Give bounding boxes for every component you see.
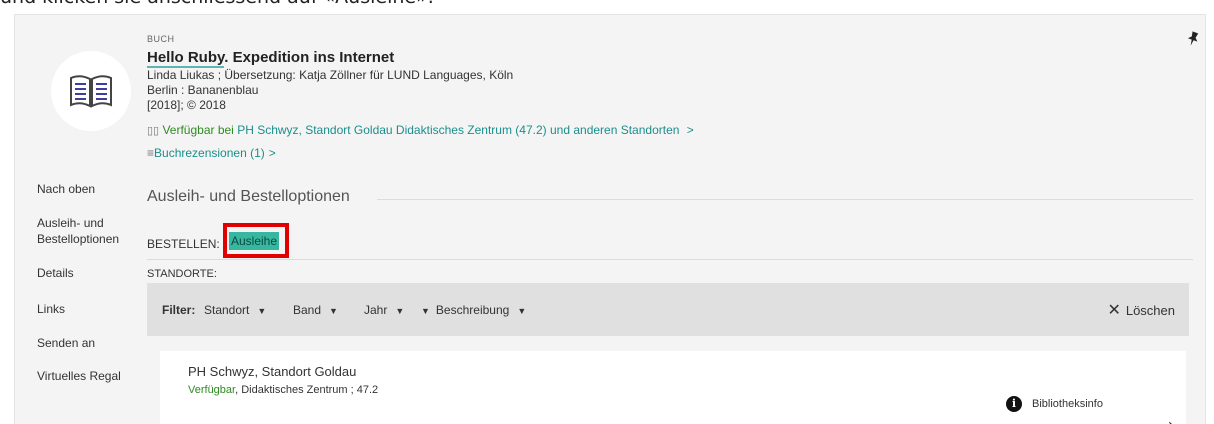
instruction-caption: und klicken sie anschliessend auf «Ausle… bbox=[0, 0, 1214, 8]
order-divider bbox=[147, 259, 1193, 260]
nav-senden-an[interactable]: Senden an bbox=[37, 335, 95, 351]
location-status: Verfügbar, Didaktisches Zentrum ; 47.2 bbox=[188, 384, 379, 396]
record-title[interactable]: Hello Ruby. Expedition ins Internet bbox=[147, 49, 694, 68]
filter-jahr[interactable]: Jahr ▼ bbox=[364, 303, 404, 317]
list-icon: ≡ bbox=[147, 146, 155, 160]
pin-icon[interactable] bbox=[1183, 31, 1203, 51]
location-name: PH Schwyz, Standort Goldau bbox=[188, 364, 357, 379]
chevron-right-icon[interactable]: > bbox=[687, 123, 694, 137]
chevron-right-icon[interactable]: > bbox=[269, 146, 276, 160]
info-icon: i bbox=[1006, 396, 1022, 412]
availability-line[interactable]: ▯▯ Verfügbar bei PH Schwyz, Standort Gol… bbox=[147, 123, 694, 139]
close-icon: ✕ bbox=[1107, 302, 1121, 319]
library-info-link[interactable]: i Bibliotheksinfo bbox=[1006, 396, 1103, 412]
record-details: BUCH Hello Ruby. Expedition ins Internet… bbox=[147, 32, 694, 161]
order-label: BESTELLEN: bbox=[147, 237, 220, 251]
book-icon bbox=[51, 51, 131, 131]
caret-down-icon: ▼ bbox=[517, 306, 527, 316]
availability-book-icon: ▯▯ bbox=[147, 125, 160, 137]
location-card[interactable]: PH Schwyz, Standort Goldau Verfügbar, Di… bbox=[160, 351, 1186, 424]
caret-down-icon: ▼ bbox=[421, 306, 430, 316]
nav-bestelloptionen[interactable]: Bestelloptionen bbox=[37, 231, 119, 247]
filter-label: Filter: bbox=[162, 303, 196, 317]
record-panel: BUCH Hello Ruby. Expedition ins Internet… bbox=[14, 14, 1206, 424]
record-publisher: Berlin : Bananenblau bbox=[147, 83, 259, 97]
filter-standort[interactable]: Standort ▼ bbox=[204, 303, 266, 317]
caret-down-icon: ▼ bbox=[257, 306, 267, 316]
nav-virtuelles-regal[interactable]: Virtuelles Regal bbox=[37, 368, 121, 384]
availability-status: Verfügbar bei bbox=[162, 123, 234, 137]
record-date: [2018]; © 2018 bbox=[147, 98, 226, 112]
filter-band[interactable]: Band ▼ bbox=[293, 303, 338, 317]
caret-down-icon: ▼ bbox=[395, 306, 405, 316]
record-title-main[interactable]: Hello Ruby bbox=[147, 49, 225, 68]
nav-links[interactable]: Links bbox=[37, 301, 65, 317]
reviews-link[interactable]: ≡Buchrezensionen (1) > bbox=[147, 146, 694, 161]
record-authors: Linda Liukas ; Übersetzung: Katja Zöllne… bbox=[147, 68, 514, 82]
availability-location[interactable]: PH Schwyz, Standort Goldau Didaktisches … bbox=[237, 123, 679, 137]
reviews-label[interactable]: Buchrezensionen (1) bbox=[154, 146, 265, 160]
chevron-right-icon[interactable]: › bbox=[1168, 417, 1174, 424]
record-type: BUCH bbox=[147, 34, 175, 44]
filter-beschreibung[interactable]: ▼ Beschreibung ▼ bbox=[421, 303, 526, 317]
ausleihe-button[interactable]: Ausleihe bbox=[229, 232, 280, 250]
nav-nach-oben[interactable]: Nach oben bbox=[37, 181, 95, 197]
nav-details[interactable]: Details bbox=[37, 265, 74, 281]
clear-filter-button[interactable]: ✕ Löschen bbox=[1107, 300, 1175, 320]
record-title-sub[interactable]: . Expedition ins Internet bbox=[224, 49, 394, 66]
section-title: Ausleih- und Bestelloptionen bbox=[147, 188, 350, 205]
section-divider bbox=[377, 199, 1193, 200]
standorte-label: STANDORTE: bbox=[147, 268, 217, 280]
filter-bar: Filter: Standort ▼ Band ▼ Jahr ▼ ▼ Beschreib… bbox=[147, 283, 1189, 336]
nav-ausleih-und[interactable]: Ausleih- und bbox=[37, 215, 104, 231]
caret-down-icon: ▼ bbox=[329, 306, 338, 316]
